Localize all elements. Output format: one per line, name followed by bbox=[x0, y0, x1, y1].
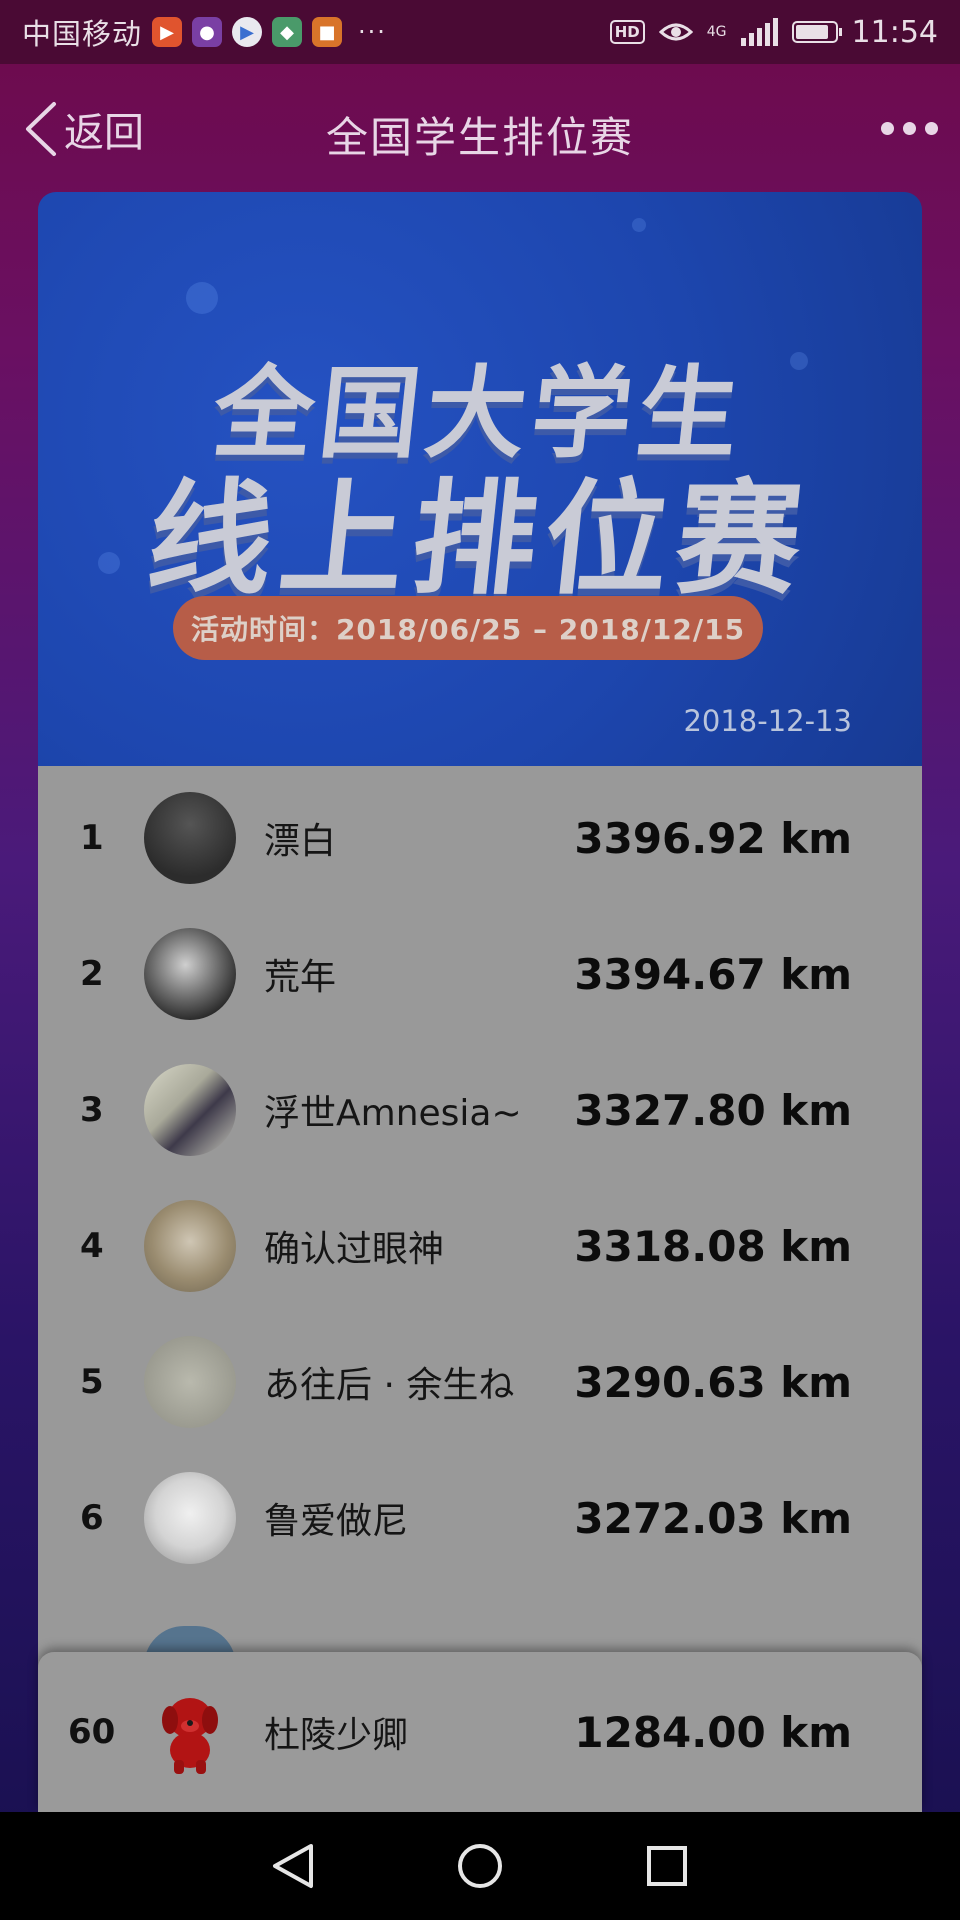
video-app-icon: ▶ bbox=[152, 17, 183, 47]
distance-value: 3272.03 km bbox=[574, 1493, 852, 1543]
ranking-row[interactable]: 6 鲁爱做尼 3272.03 km bbox=[38, 1450, 922, 1586]
rank-number: 6 bbox=[80, 1498, 104, 1538]
status-right: HD 4G 11:54 bbox=[609, 14, 938, 50]
network-type-label: 4G bbox=[706, 24, 727, 40]
avatar bbox=[144, 1200, 236, 1292]
event-period-badge: 活动时间：2018/06/25 – 2018/12/15 bbox=[173, 596, 763, 660]
distance-value: 3290.63 km bbox=[574, 1357, 852, 1407]
ranking-row[interactable]: 1 漂白 3396.92 km bbox=[38, 770, 922, 906]
more-menu-button[interactable] bbox=[881, 122, 938, 135]
eye-icon bbox=[658, 23, 693, 41]
banner-bubble bbox=[186, 282, 218, 314]
ranking-date: 2018-12-13 bbox=[683, 704, 852, 738]
player-app-icon: ▶ bbox=[232, 17, 263, 47]
distance-value: 1284.00 km bbox=[574, 1707, 852, 1757]
more-dot-icon bbox=[881, 122, 894, 135]
user-name: 荒年 bbox=[264, 957, 337, 998]
chat-app-icon: ● bbox=[192, 17, 223, 47]
rank-number: 60 bbox=[68, 1712, 116, 1752]
avatar bbox=[144, 1686, 236, 1778]
avatar bbox=[144, 1064, 236, 1156]
my-rank-row[interactable]: 60 杜陵少卿 1284.00 km bbox=[38, 1652, 922, 1812]
nav-recents-button[interactable] bbox=[637, 1836, 697, 1896]
game-app-icon: ◆ bbox=[272, 17, 303, 47]
more-dot-icon bbox=[925, 122, 938, 135]
user-name: 漂白 bbox=[264, 821, 337, 862]
nav-back-button[interactable] bbox=[263, 1836, 323, 1896]
event-banner: 全国大学生 线上排位赛 活动时间：2018/06/25 – 2018/12/15… bbox=[38, 192, 922, 766]
title-bar: 返回 全国学生排位赛 bbox=[0, 64, 960, 196]
user-name: 浮世Amnesia~ bbox=[264, 1093, 522, 1134]
more-dot-icon bbox=[903, 122, 916, 135]
ranking-card: 全国大学生 线上排位赛 活动时间：2018/06/25 – 2018/12/15… bbox=[38, 192, 922, 1812]
signal-icon bbox=[740, 18, 778, 46]
banner-heading-line2: 线上排位赛 bbox=[141, 468, 817, 612]
user-name: あ往后 · 余生ね bbox=[264, 1365, 515, 1406]
hd-badge: HD bbox=[609, 20, 645, 44]
rank-number: 3 bbox=[80, 1090, 104, 1130]
rank-number: 5 bbox=[80, 1362, 104, 1402]
avatar bbox=[144, 928, 236, 1020]
avatar bbox=[144, 1336, 236, 1428]
user-name: 鲁爱做尼 bbox=[264, 1501, 409, 1542]
page-title: 全国学生排位赛 bbox=[325, 113, 634, 162]
rank-number: 2 bbox=[80, 954, 104, 994]
carrier-label: 中国移动 bbox=[22, 17, 143, 51]
battery-fill bbox=[795, 25, 828, 39]
red-dog-toy-icon bbox=[162, 1698, 218, 1774]
banner-bubble bbox=[632, 218, 646, 232]
distance-value: 3396.92 km bbox=[574, 813, 852, 863]
distance-value: 3394.67 km bbox=[574, 949, 852, 999]
distance-value: 3327.80 km bbox=[574, 1085, 852, 1135]
gift-app-icon: ■ bbox=[312, 17, 343, 47]
rank-number: 4 bbox=[80, 1226, 104, 1266]
avatar bbox=[144, 792, 236, 884]
ranking-row[interactable]: 4 确认过眼神 3318.08 km bbox=[38, 1178, 922, 1314]
ranking-row[interactable]: 2 荒年 3394.67 km bbox=[38, 906, 922, 1042]
rank-number: 1 bbox=[80, 818, 104, 858]
square-recents-icon bbox=[646, 1846, 687, 1886]
ranking-row[interactable]: 5 あ往后 · 余生ね 3290.63 km bbox=[38, 1314, 922, 1450]
battery-icon bbox=[791, 21, 842, 43]
triangle-back-icon bbox=[273, 1844, 314, 1888]
circle-home-icon bbox=[457, 1844, 502, 1888]
more-notifications-icon: ··· bbox=[358, 18, 387, 46]
ranking-row[interactable]: 3 浮世Amnesia~ 3327.80 km bbox=[38, 1042, 922, 1178]
status-bar: 中国移动 ▶ ● ▶ ◆ ■ ··· HD 4G 11:54 bbox=[0, 0, 960, 64]
user-name: 确认过眼神 bbox=[264, 1229, 445, 1270]
clock: 11:54 bbox=[851, 14, 938, 50]
user-name: 杜陵少卿 bbox=[264, 1715, 409, 1756]
distance-value: 3318.08 km bbox=[574, 1221, 852, 1271]
avatar bbox=[144, 1472, 236, 1564]
system-nav-bar bbox=[0, 1812, 960, 1920]
status-left: 中国移动 ▶ ● ▶ ◆ ■ ··· bbox=[22, 11, 387, 53]
nav-home-button[interactable] bbox=[450, 1836, 510, 1896]
